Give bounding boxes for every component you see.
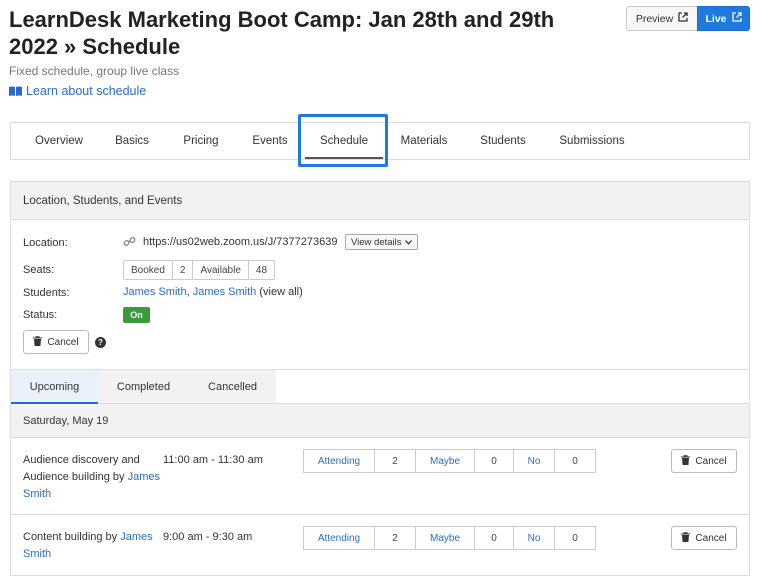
attending-link[interactable]: Attending (303, 526, 375, 550)
view-all-close: ) (299, 286, 303, 298)
view-all-link[interactable]: view all (263, 286, 299, 298)
no-link[interactable]: No (513, 526, 555, 550)
page-subtitle: Fixed schedule, group live class (9, 64, 180, 78)
status-badge: On (123, 307, 150, 323)
tab-submissions[interactable]: Submissions (555, 123, 629, 159)
event-time: 11:00 am - 11:30 am (163, 454, 263, 466)
students-label: Students: (23, 287, 70, 299)
link-icon (123, 235, 136, 253)
tab-basics[interactable]: Basics (105, 123, 159, 159)
attending-count: 2 (374, 449, 416, 473)
subtab-upcoming[interactable]: Upcoming (11, 370, 98, 404)
tab-pricing[interactable]: Pricing (171, 123, 231, 159)
panel-header: Location, Students, and Events (11, 182, 749, 220)
live-button[interactable]: Live (697, 6, 750, 31)
preview-button[interactable]: Preview (626, 6, 697, 31)
schedule-subtabs: Upcoming Completed Cancelled (11, 369, 749, 404)
rsvp-summary: Attending 2 Maybe 0 No 0 (303, 526, 596, 550)
live-label: Live (705, 12, 727, 25)
external-link-icon (731, 12, 742, 25)
event-title: Audience discovery and Audience building… (23, 452, 163, 503)
location-panel: Location, Students, and Events Location:… (10, 181, 750, 576)
cancel-label: Cancel (695, 455, 727, 467)
event-title: Content building by James Smith (23, 529, 163, 563)
status-label: Status: (23, 309, 58, 321)
date-heading: Saturday, May 19 (11, 404, 749, 438)
attending-link[interactable]: Attending (303, 449, 375, 473)
booked-count: 2 (171, 260, 194, 280)
student-link[interactable]: James Smith (123, 286, 187, 298)
rsvp-summary: Attending 2 Maybe 0 No 0 (303, 449, 596, 473)
event-title-text: Content building by (23, 531, 118, 543)
page-title: LearnDesk Marketing Boot Camp: Jan 28th … (9, 7, 555, 59)
subtab-completed[interactable]: Completed (98, 370, 189, 403)
booked-label: Booked (123, 260, 173, 280)
no-link[interactable]: No (513, 449, 555, 473)
maybe-link[interactable]: Maybe (415, 526, 475, 550)
location-url: https://us02web.zoom.us/J/7377273639 (143, 236, 338, 248)
maybe-count: 0 (474, 526, 514, 550)
view-all-open: ( (256, 286, 264, 298)
cancel-label: Cancel (695, 532, 727, 544)
preview-label: Preview (635, 12, 674, 25)
seats-label: Seats: (23, 264, 55, 276)
cancel-label: Cancel (47, 336, 79, 348)
view-details-dropdown[interactable]: View details (345, 234, 418, 250)
book-icon (9, 86, 22, 96)
event-row: Content building by James Smith 9:00 am … (11, 516, 749, 576)
event-row: Audience discovery and Audience building… (11, 438, 749, 515)
help-icon[interactable]: ? (95, 337, 106, 348)
cancel-event-button[interactable]: Cancel (671, 526, 737, 550)
no-count: 0 (554, 449, 596, 473)
subtab-cancelled[interactable]: Cancelled (189, 370, 276, 403)
main-tabs: Overview Basics Pricing Events Schedule … (10, 122, 750, 160)
trash-icon (681, 454, 691, 468)
student-link[interactable]: James Smith (193, 286, 257, 298)
no-count: 0 (554, 526, 596, 550)
view-details-label: View details (351, 236, 402, 248)
learn-about-schedule-link[interactable]: Learn about schedule (9, 84, 146, 98)
event-title-text: Audience discovery and Audience building… (23, 454, 140, 483)
tab-students[interactable]: Students (473, 123, 533, 159)
external-link-icon (678, 12, 688, 25)
maybe-link[interactable]: Maybe (415, 449, 475, 473)
chevron-down-icon (404, 237, 412, 248)
tab-schedule[interactable]: Schedule (305, 123, 383, 159)
location-label: Location: (23, 237, 68, 249)
tab-overview[interactable]: Overview (23, 123, 95, 159)
students-list: James Smith, James Smith (view all) (123, 286, 303, 298)
seats-summary: Booked 2 Available 48 (123, 260, 276, 280)
cancel-class-button[interactable]: Cancel (23, 330, 89, 354)
available-count: 48 (247, 260, 276, 280)
event-time: 9:00 am - 9:30 am (163, 531, 253, 543)
trash-icon (681, 531, 691, 545)
learn-link-label: Learn about schedule (26, 84, 147, 98)
available-label: Available (192, 260, 249, 280)
tab-events[interactable]: Events (243, 123, 297, 159)
tab-materials[interactable]: Materials (393, 123, 455, 159)
attending-count: 2 (374, 526, 416, 550)
maybe-count: 0 (474, 449, 514, 473)
trash-icon (33, 335, 43, 349)
cancel-event-button[interactable]: Cancel (671, 449, 737, 473)
